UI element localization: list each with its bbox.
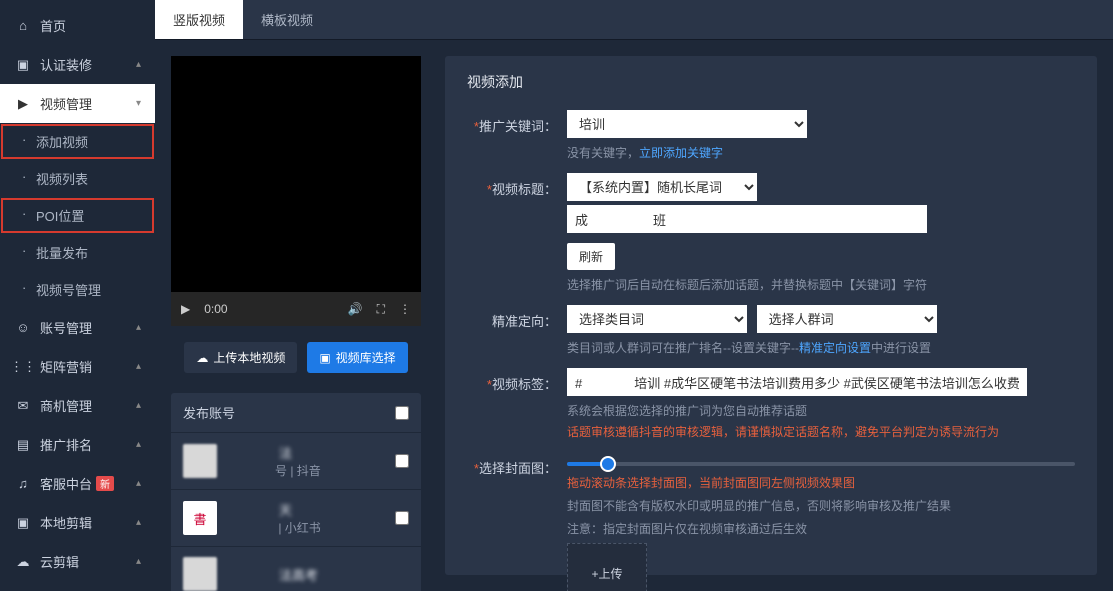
- chevron-icon: ▴: [136, 478, 141, 489]
- title-template-select[interactable]: 【系统内置】随机长尾词: [567, 173, 757, 201]
- accounts-header: 发布账号: [171, 393, 421, 433]
- mail-icon: ✉: [14, 398, 32, 414]
- video-controls: ▶ 0:00 🔊 ⛶ ⋮: [171, 292, 421, 326]
- nav-cloud-edit[interactable]: ☁云剪辑▴: [0, 542, 155, 581]
- chevron-icon: ▴: [136, 400, 141, 411]
- content: ▶ 0:00 🔊 ⛶ ⋮ ☁上传本地视频 ▣视频库选择 发布账号: [155, 40, 1113, 591]
- fullscreen-icon[interactable]: ⛶: [377, 302, 385, 317]
- tag-input[interactable]: [567, 368, 1027, 396]
- volume-icon[interactable]: 🔊: [348, 302, 363, 316]
- avatar: [183, 444, 217, 478]
- subnav-channel[interactable]: 视频号管理: [0, 271, 155, 308]
- account-checkbox[interactable]: [395, 454, 409, 468]
- library-icon: ▣: [319, 351, 330, 365]
- cover-label: 选择封面图：: [467, 452, 557, 591]
- chevron-icon: ▴: [136, 517, 141, 528]
- users-icon: ☺: [14, 320, 32, 335]
- main: 竖版视频 横板视频 ▶ 0:00 🔊 ⛶ ⋮ ☁上传本地视频 ▣视频库选择: [155, 0, 1113, 591]
- headset-icon: ♫: [14, 476, 32, 491]
- chevron-down-icon: ▾: [136, 98, 141, 109]
- nav-matrix[interactable]: ⋮⋮矩阵营销▴: [0, 347, 155, 386]
- chevron-icon: ▴: [136, 322, 141, 333]
- rank-icon: ▤: [14, 437, 32, 453]
- target-hint: 类目词或人群词可在推广排名--设置关键字--精准定向设置中进行设置: [567, 339, 1075, 356]
- subnav-add-video[interactable]: 添加视频: [0, 123, 155, 160]
- chevron-icon: ▴: [136, 439, 141, 450]
- nav-rank[interactable]: ▤推广排名▴: [0, 425, 155, 464]
- keyword-hint: 没有关键字，立即添加关键字: [567, 144, 1075, 161]
- cover-upload-button[interactable]: +上传: [567, 543, 647, 591]
- cover-hint1: 封面图不能含有版权水印或明显的推广信息，否则将影响审核及推广结果: [567, 497, 1075, 514]
- play-icon[interactable]: ▶: [181, 302, 190, 316]
- auth-icon: ▣: [14, 57, 32, 73]
- tab-horizontal[interactable]: 横板视频: [243, 0, 331, 39]
- nav-biz[interactable]: ✉商机管理▴: [0, 386, 155, 425]
- clip-icon: ▣: [14, 515, 32, 531]
- nav-account[interactable]: ☺账号管理▴: [0, 308, 155, 347]
- tabs: 竖版视频 横板视频: [155, 0, 1113, 40]
- account-row[interactable]: 書 天 | 小红书: [171, 490, 421, 547]
- chevron-icon: ▴: [136, 59, 141, 70]
- form-panel: 视频添加 推广关键词： 培训 没有关键字，立即添加关键字 视频标题： 【系统内置…: [445, 56, 1097, 575]
- accounts-select-all[interactable]: [395, 406, 409, 420]
- nav-local-edit[interactable]: ▣本地剪辑▴: [0, 503, 155, 542]
- nav-video-mgmt[interactable]: ▶视频管理▾: [0, 84, 155, 123]
- cloud-icon: ☁: [14, 554, 32, 570]
- refresh-button[interactable]: 刷新: [567, 243, 615, 270]
- accounts-panel: 发布账号 法 号 | 抖音 書 天 | 小红书 法高考: [171, 393, 421, 591]
- video-preview[interactable]: ▶ 0:00 🔊 ⛶ ⋮: [171, 56, 421, 326]
- nav-home[interactable]: ⌂首页: [0, 6, 155, 45]
- title-input[interactable]: [567, 205, 927, 233]
- left-column: ▶ 0:00 🔊 ⛶ ⋮ ☁上传本地视频 ▣视频库选择 发布账号: [171, 56, 421, 575]
- account-row[interactable]: 法高考: [171, 547, 421, 591]
- account-checkbox[interactable]: [395, 511, 409, 525]
- accounts-title: 发布账号: [183, 403, 235, 422]
- home-icon: ⌂: [14, 18, 32, 33]
- keyword-select[interactable]: 培训: [567, 110, 807, 138]
- video-library-button[interactable]: ▣视频库选择: [307, 342, 407, 373]
- sidebar: ⌂首页 ▣认证装修▴ ▶视频管理▾ 添加视频 视频列表 POI位置 批量发布 视…: [0, 0, 155, 591]
- cover-hint2: 注意：指定封面图片仅在视频审核通过后生效: [567, 520, 1075, 537]
- video-time: 0:00: [204, 302, 227, 316]
- tag-hint: 系统会根据您选择的推广词为您自动推荐话题: [567, 402, 1075, 419]
- avatar: [183, 557, 217, 591]
- category-select[interactable]: 选择类目词: [567, 305, 747, 333]
- title-hint: 选择推广词后自动在标题后添加话题，并替换标题中【关键词】字符: [567, 276, 1075, 293]
- keyword-label: 推广关键词：: [467, 110, 557, 161]
- crowd-select[interactable]: 选择人群词: [757, 305, 937, 333]
- chevron-icon: ▴: [136, 556, 141, 567]
- subnav-batch[interactable]: 批量发布: [0, 234, 155, 271]
- cover-warning: 拖动滚动条选择封面图，当前封面图同左侧视频效果图: [567, 474, 1075, 491]
- tag-warning: 话题审核遵循抖音的审核逻辑，请谨慎拟定话题名称，避免平台判定为诱导流行为: [567, 423, 1075, 440]
- matrix-icon: ⋮⋮: [14, 359, 32, 375]
- account-row[interactable]: 法 号 | 抖音: [171, 433, 421, 490]
- target-setting-link[interactable]: 精准定向设置: [799, 341, 871, 355]
- subnav-video-list[interactable]: 视频列表: [0, 160, 155, 197]
- subnav-poi[interactable]: POI位置: [0, 197, 155, 234]
- video-icon: ▶: [14, 96, 32, 112]
- more-icon[interactable]: ⋮: [399, 302, 411, 316]
- tag-label: 视频标签：: [467, 368, 557, 440]
- cloud-upload-icon: ☁: [196, 351, 208, 365]
- nav-cs[interactable]: ♫客服中台新▴: [0, 464, 155, 503]
- form-title: 视频添加: [467, 72, 1075, 92]
- avatar: 書: [183, 501, 217, 535]
- upload-local-button[interactable]: ☁上传本地视频: [184, 342, 297, 373]
- nav-auth[interactable]: ▣认证装修▴: [0, 45, 155, 84]
- cover-slider[interactable]: [567, 458, 1075, 470]
- title-label: 视频标题：: [467, 173, 557, 293]
- chevron-icon: ▴: [136, 361, 141, 372]
- tab-vertical[interactable]: 竖版视频: [155, 0, 243, 39]
- add-keyword-link[interactable]: 立即添加关键字: [639, 146, 723, 160]
- target-label: 精准定向：: [467, 305, 557, 356]
- new-badge: 新: [96, 476, 114, 491]
